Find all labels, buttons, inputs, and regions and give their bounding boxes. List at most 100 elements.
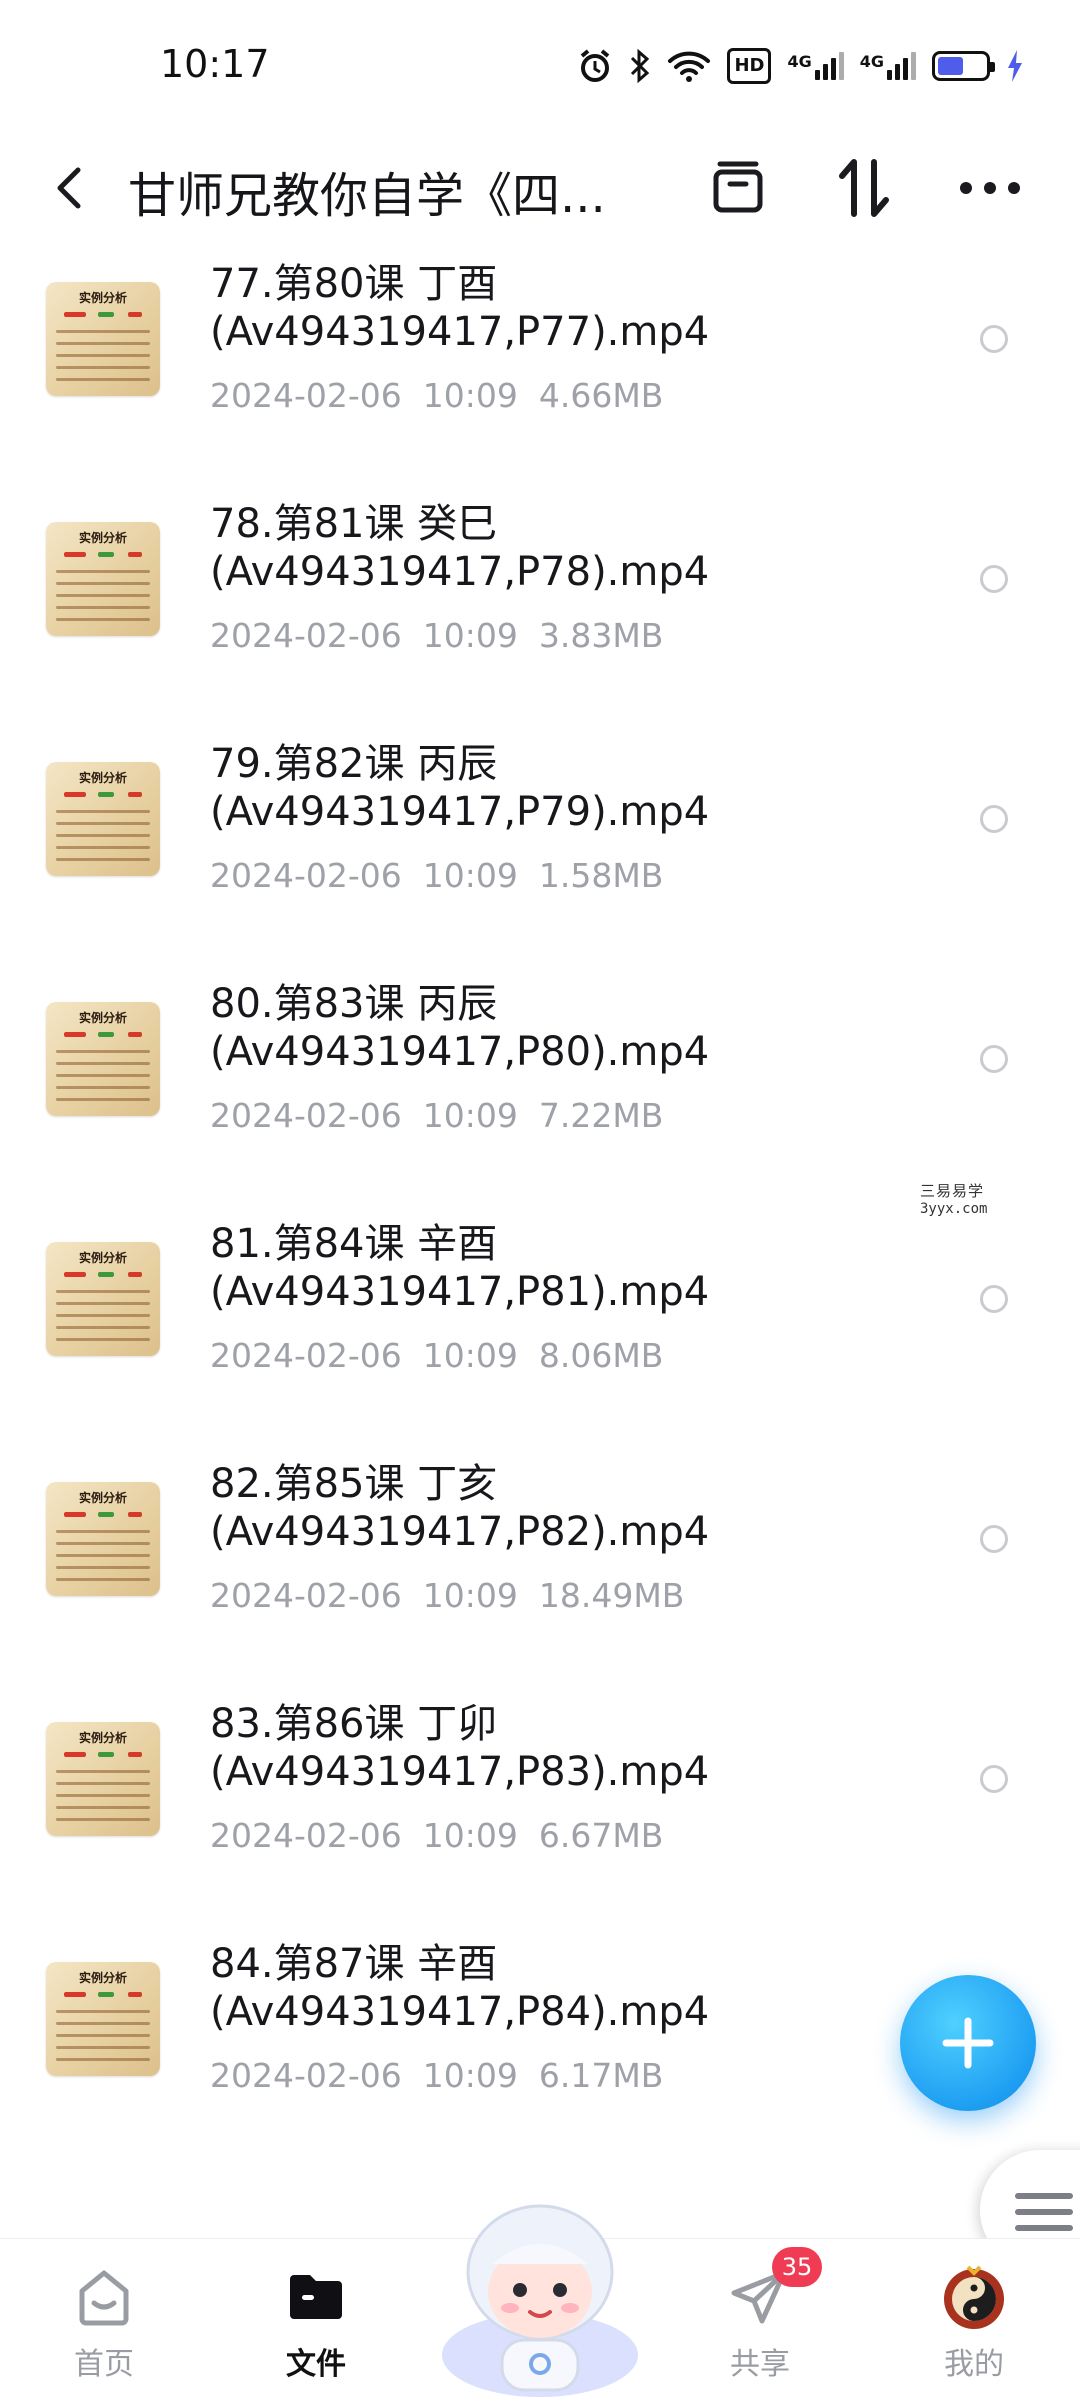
video-thumbnail: 实例分析: [46, 1242, 160, 1356]
video-thumbnail: 实例分析: [46, 522, 160, 636]
video-thumbnail: 实例分析: [46, 1962, 160, 2076]
file-date: 2024-02-06 10:09: [210, 1576, 518, 1615]
file-name: 80.第83课 丙辰 (Av494319417,P80).mp4: [210, 980, 709, 1076]
file-name-line2: (Av494319417,P79).mp4: [210, 789, 710, 835]
select-checkbox[interactable]: [980, 1765, 1008, 1793]
file-meta: 2024-02-06 10:09 4.66MB: [210, 376, 663, 415]
list-item[interactable]: 实例分析 79.第82课 丙辰 (Av494319417,P79).mp4 2024-…: [0, 730, 1080, 970]
select-checkbox[interactable]: [980, 1525, 1008, 1553]
thumbnail-title: 实例分析: [78, 1491, 127, 1505]
status-icons: HD 4G 4G: [577, 44, 1024, 88]
file-date: 2024-02-06 10:09: [210, 1816, 518, 1855]
file-name-line2: (Av494319417,P81).mp4: [210, 1269, 710, 1315]
title-bar: 甘师兄教你自学《四...: [0, 130, 1080, 250]
nav-home-label: 首页: [74, 2347, 134, 2382]
archive-button[interactable]: [702, 152, 774, 224]
watermark: 三易易学 3yyx.com: [920, 1180, 1040, 1217]
file-meta: 2024-02-06 10:09 6.67MB: [210, 1816, 663, 1855]
assistant-mascot-button[interactable]: [430, 2180, 650, 2400]
add-button[interactable]: [900, 1975, 1036, 2111]
select-checkbox[interactable]: [980, 325, 1008, 353]
nav-mine-label: 我的: [944, 2347, 1004, 2382]
file-meta: 2024-02-06 10:09 8.06MB: [210, 1336, 663, 1375]
select-checkbox[interactable]: [980, 1285, 1008, 1313]
file-meta: 2024-02-06 10:09 7.22MB: [210, 1096, 663, 1135]
select-checkbox[interactable]: [980, 805, 1008, 833]
file-date: 2024-02-06 10:09: [210, 1096, 518, 1135]
thumbnail-title: 实例分析: [78, 1971, 127, 1985]
file-name-line1: 82.第85课 丁亥: [210, 1461, 498, 1507]
wifi-icon: [667, 48, 711, 84]
file-date: 2024-02-06 10:09: [210, 616, 518, 655]
file-name-line1: 77.第80课 丁酉: [210, 261, 498, 307]
file-meta: 2024-02-06 10:09 3.83MB: [210, 616, 663, 655]
file-size: 4.66MB: [538, 376, 664, 415]
video-thumbnail: 实例分析: [46, 1722, 160, 1836]
status-time: 10:17: [160, 42, 270, 86]
file-size: 1.58MB: [538, 856, 664, 895]
file-size: 18.49MB: [538, 1576, 685, 1615]
file-name-line1: 80.第83课 丙辰: [210, 981, 498, 1027]
nav-share-label: 共享: [730, 2347, 790, 2382]
more-icon: [960, 182, 1020, 194]
video-thumbnail: 实例分析: [46, 762, 160, 876]
list-item[interactable]: 实例分析 83.第86课 丁卯 (Av494319417,P83).mp4 2024-…: [0, 1690, 1080, 1930]
file-name-line2: (Av494319417,P77).mp4: [210, 309, 710, 355]
file-name-line1: 78.第81课 癸巳: [210, 501, 498, 547]
network-type-label: 4G: [787, 52, 812, 71]
nav-mine[interactable]: 我的: [894, 2239, 1054, 2401]
nav-share[interactable]: 35 共享: [680, 2239, 840, 2401]
list-item[interactable]: 实例分析 77.第80课 丁酉 (Av494319417,P77).mp4 2024-…: [0, 250, 1080, 490]
folder-icon: [280, 2261, 352, 2333]
file-name: 78.第81课 癸巳 (Av494319417,P78).mp4: [210, 500, 709, 596]
file-name-line1: 81.第84课 辛酉: [210, 1221, 498, 1267]
list-item[interactable]: 实例分析 82.第85课 丁亥 (Av494319417,P82).mp4 2024-…: [0, 1450, 1080, 1690]
file-name-line2: (Av494319417,P78).mp4: [210, 549, 710, 595]
avatar: [938, 2261, 1010, 2333]
list-item[interactable]: 实例分析 78.第81课 癸巳 (Av494319417,P78).mp4 2024-…: [0, 490, 1080, 730]
back-arrow-icon: [57, 167, 81, 209]
hd-voice-icon: HD: [727, 48, 772, 84]
sort-button[interactable]: [828, 152, 900, 224]
thumbnail-title: 实例分析: [78, 291, 127, 305]
select-checkbox[interactable]: [980, 565, 1008, 593]
file-list: 实例分析 77.第80课 丁酉 (Av494319417,P77).mp4 2024-…: [0, 250, 1080, 2170]
signal-icon: 4G: [787, 52, 844, 80]
share-count-badge: 35: [772, 2247, 822, 2287]
thumbnail-title: 实例分析: [78, 531, 127, 545]
file-size: 8.06MB: [538, 1336, 664, 1375]
menu-lines-icon: [1015, 2193, 1073, 2231]
file-name: 83.第86课 丁卯 (Av494319417,P83).mp4: [210, 1700, 709, 1796]
video-thumbnail: 实例分析: [46, 1482, 160, 1596]
page-title: 甘师兄教你自学《四...: [128, 168, 606, 224]
select-checkbox[interactable]: [980, 1045, 1008, 1073]
watermark-url: 3yyx.com: [920, 1201, 988, 1217]
list-item[interactable]: 实例分析 81.第84课 辛酉 (Av494319417,P81).mp4 2024-…: [0, 1210, 1080, 1450]
thumbnail-title: 实例分析: [78, 771, 127, 785]
list-item[interactable]: 实例分析 80.第83课 丙辰 (Av494319417,P80).mp4 2024-…: [0, 970, 1080, 1210]
battery-icon: [932, 51, 995, 81]
file-name: 84.第87课 辛酉 (Av494319417,P84).mp4: [210, 1940, 709, 2036]
file-name-line2: (Av494319417,P84).mp4: [210, 1989, 710, 2035]
network-type-label: 4G: [859, 52, 884, 71]
mascot-icon: [442, 2204, 638, 2397]
file-date: 2024-02-06 10:09: [210, 856, 518, 895]
file-meta: 2024-02-06 10:09 6.17MB: [210, 2056, 663, 2095]
alarm-icon: [577, 48, 613, 84]
file-name-line2: (Av494319417,P80).mp4: [210, 1029, 710, 1075]
watermark-text: 三易易学: [920, 1182, 985, 1200]
nav-home[interactable]: 首页: [24, 2239, 184, 2401]
sort-icon: [839, 159, 889, 217]
file-size: 3.83MB: [538, 616, 664, 655]
home-icon: [68, 2261, 140, 2333]
file-name: 79.第82课 丙辰 (Av494319417,P79).mp4: [210, 740, 709, 836]
video-thumbnail: 实例分析: [46, 1002, 160, 1116]
file-name: 81.第84课 辛酉 (Av494319417,P81).mp4: [210, 1220, 709, 1316]
thumbnail-title: 实例分析: [78, 1251, 127, 1265]
file-size: 6.67MB: [538, 1816, 664, 1855]
file-name-line2: (Av494319417,P82).mp4: [210, 1509, 710, 1555]
more-button[interactable]: [954, 152, 1026, 224]
nav-files[interactable]: 文件: [236, 2239, 396, 2401]
battery-level: [938, 57, 964, 75]
back-button[interactable]: [44, 156, 100, 220]
